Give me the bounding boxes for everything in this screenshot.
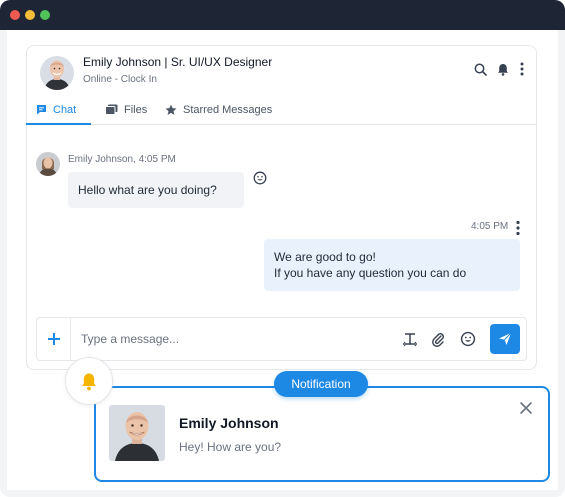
outgoing-message-line: We are good to go!	[274, 250, 376, 264]
more-vertical-icon[interactable]	[515, 62, 529, 76]
search-icon[interactable]	[473, 62, 487, 76]
notification-bell-button[interactable]	[65, 357, 113, 405]
message-options-icon[interactable]	[516, 220, 524, 236]
outgoing-message[interactable]: We are good to go! If you have any quest…	[264, 239, 520, 291]
incoming-message[interactable]: Hello what are you doing?	[68, 172, 244, 208]
chat-title: Emily Johnson | Sr. UI/UX Designer	[83, 55, 273, 69]
emoji-icon[interactable]	[460, 331, 476, 347]
active-tab-indicator	[26, 123, 91, 125]
notification-avatar	[109, 405, 165, 461]
tab-files-label: Files	[124, 103, 148, 116]
plus-icon[interactable]	[46, 331, 62, 347]
sender-avatar[interactable]	[36, 152, 60, 176]
notification-sender-name: Emily Johnson	[179, 415, 279, 431]
notification-badge: Notification	[274, 371, 368, 397]
bell-icon[interactable]	[496, 62, 510, 76]
title-bar	[0, 0, 565, 30]
tab-chat-label: Chat	[53, 103, 77, 116]
close-icon[interactable]	[519, 401, 533, 415]
chat-tabs: Chat Files Starred Messages	[26, 94, 537, 125]
tab-chat[interactable]: Chat	[36, 94, 76, 125]
files-icon	[105, 104, 118, 115]
clock-in-link[interactable]: Clock In	[121, 74, 157, 85]
window-maximize-button[interactable]	[40, 10, 50, 20]
send-icon	[499, 332, 512, 345]
online-status: Online -	[83, 74, 119, 85]
window-close-button[interactable]	[10, 10, 20, 20]
tab-files[interactable]: Files	[105, 94, 147, 125]
tab-starred-messages[interactable]: Starred Messages	[165, 94, 272, 125]
notification-message: Hey! How are you?	[179, 440, 282, 454]
contact-avatar[interactable]	[40, 56, 74, 90]
outgoing-message-line: If you have any question you can do	[274, 266, 467, 280]
send-button[interactable]	[490, 324, 520, 354]
message-composer	[36, 317, 527, 361]
message-sender-time: Emily Johnson, 4:05 PM	[68, 154, 176, 165]
tab-starred-label: Starred Messages	[183, 103, 273, 116]
bell-icon	[82, 373, 96, 390]
window-minimize-button[interactable]	[25, 10, 35, 20]
text-format-icon[interactable]	[402, 331, 418, 347]
status-line: Online - Clock In	[83, 74, 157, 85]
message-input[interactable]	[81, 329, 371, 349]
chat-icon	[37, 105, 46, 115]
emoji-reaction-icon[interactable]	[253, 171, 267, 185]
star-icon	[165, 104, 177, 115]
outgoing-message-time: 4:05 PM	[471, 221, 509, 232]
composer-divider	[70, 318, 71, 360]
attach-icon[interactable]	[430, 331, 446, 347]
